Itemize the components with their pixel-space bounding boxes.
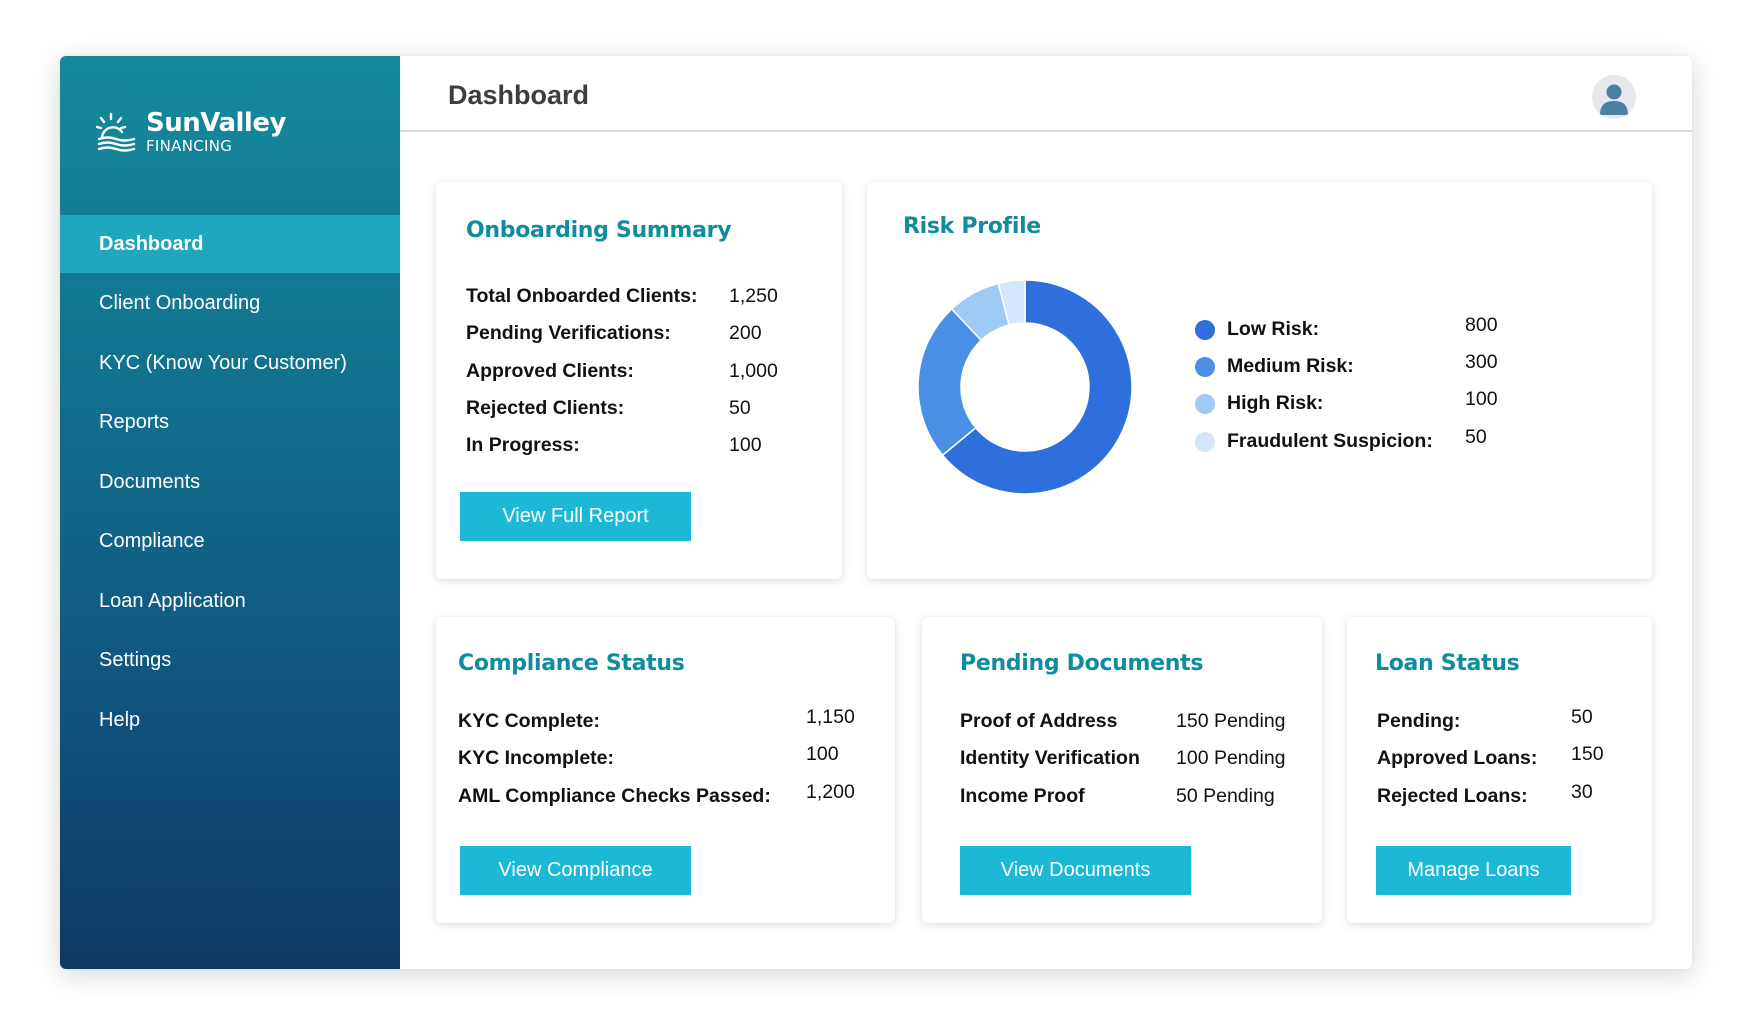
card-title: Risk Profile	[903, 214, 1041, 239]
sun-logo-icon	[96, 112, 136, 152]
loan-status-card: Loan Status Pending: 50 Approved Loans: …	[1347, 617, 1652, 923]
view-compliance-button[interactable]: View Compliance	[460, 846, 691, 895]
stat-label: Total Onboarded Clients:	[466, 285, 698, 307]
stat-row: In Progress:	[466, 434, 580, 457]
stat-value: 30	[1571, 781, 1593, 803]
sidebar-item-documents[interactable]: Documents	[60, 453, 400, 511]
legend-label: Fraudulent Suspicion:	[1227, 430, 1433, 452]
document-label: Identity Verification	[960, 747, 1140, 769]
legend-value: 800	[1465, 314, 1498, 336]
stat-value: 100	[806, 743, 839, 765]
legend-label: High Risk:	[1227, 392, 1324, 414]
manage-loans-button[interactable]: Manage Loans	[1376, 846, 1571, 895]
stat-label: Pending:	[1377, 710, 1461, 732]
sidebar-item-reports[interactable]: Reports	[60, 394, 400, 452]
stat-label: Approved Clients:	[466, 360, 634, 382]
stat-label: Pending Verifications:	[466, 322, 671, 344]
legend-label: Medium Risk:	[1227, 355, 1354, 377]
sidebar-nav: Dashboard Client Onboarding KYC (Know Yo…	[60, 215, 400, 751]
legend-swatch-high-risk	[1195, 394, 1215, 414]
brand-name: SunValley	[146, 108, 286, 138]
stat-value: 200	[729, 322, 762, 344]
stat-label: Approved Loans:	[1377, 747, 1538, 769]
legend-swatch-medium-risk	[1195, 357, 1215, 377]
view-full-report-button[interactable]: View Full Report	[460, 492, 691, 541]
stat-label: Rejected Clients:	[466, 397, 625, 419]
legend-swatch-fraudulent-suspicion	[1195, 432, 1215, 452]
legend-label: Low Risk:	[1227, 318, 1320, 340]
stat-value: 1,200	[806, 781, 855, 803]
avatar[interactable]	[1592, 75, 1636, 119]
top-header: Dashboard	[400, 56, 1692, 132]
stat-label: KYC Incomplete:	[458, 747, 615, 769]
sidebar-item-dashboard[interactable]: Dashboard	[60, 215, 400, 273]
brand-tagline: FINANCING	[146, 137, 233, 155]
view-documents-button[interactable]: View Documents	[960, 846, 1191, 895]
pending-documents-card: Pending Documents Proof of Address 150 P…	[922, 617, 1322, 923]
stat-label: In Progress:	[466, 434, 580, 456]
stat-row: Total Onboarded Clients:	[466, 285, 697, 308]
stat-value: 1,000	[729, 360, 778, 382]
card-title: Compliance Status	[458, 651, 685, 676]
stat-value: 150	[1571, 743, 1604, 765]
stat-label: KYC Complete:	[458, 710, 600, 732]
legend-swatch-low-risk	[1195, 320, 1215, 340]
stat-row: Rejected Clients:	[466, 397, 624, 420]
document-label: Proof of Address	[960, 710, 1118, 732]
stat-value: 50	[1571, 706, 1593, 728]
stat-label: Rejected Loans:	[1377, 785, 1528, 807]
sidebar-item-kyc[interactable]: KYC (Know Your Customer)	[60, 334, 400, 392]
sidebar-item-help[interactable]: Help	[60, 691, 400, 749]
card-title: Onboarding Summary	[466, 218, 732, 243]
stat-label: AML Compliance Checks Passed:	[458, 785, 771, 807]
stat-value: 1,250	[729, 285, 778, 307]
document-label: Income Proof	[960, 785, 1085, 807]
stat-value: 1,150	[806, 706, 855, 728]
compliance-status-card: Compliance Status KYC Complete: 1,150 KY…	[436, 617, 895, 923]
sidebar-item-settings[interactable]: Settings	[60, 632, 400, 690]
stat-row: Approved Clients:	[466, 360, 634, 383]
stat-value: 100	[729, 434, 762, 456]
risk-donut-chart	[917, 279, 1133, 495]
document-status: 50 Pending	[1176, 785, 1275, 807]
stat-row: Pending Verifications:	[466, 322, 671, 345]
legend-value: 300	[1465, 351, 1498, 373]
stat-value: 50	[729, 397, 751, 419]
sidebar-item-compliance[interactable]: Compliance	[60, 513, 400, 571]
page-title: Dashboard	[448, 80, 590, 110]
onboarding-summary-card: Onboarding Summary Total Onboarded Clien…	[436, 182, 842, 579]
sidebar-item-loan-application[interactable]: Loan Application	[60, 572, 400, 630]
document-status: 100 Pending	[1176, 747, 1286, 769]
document-status: 150 Pending	[1176, 710, 1286, 732]
sidebar: SunValley FINANCING Dashboard Client Onb…	[60, 56, 400, 969]
risk-profile-card: Risk Profile Low Risk: 800 Medium Risk: …	[867, 182, 1652, 579]
card-title: Loan Status	[1375, 651, 1520, 676]
brand-logo[interactable]: SunValley FINANCING	[96, 108, 286, 154]
legend-value: 50	[1465, 426, 1487, 448]
legend-value: 100	[1465, 388, 1498, 410]
card-title: Pending Documents	[960, 651, 1204, 676]
app-window: SunValley FINANCING Dashboard Client Onb…	[60, 56, 1692, 969]
sidebar-item-client-onboarding[interactable]: Client Onboarding	[60, 275, 400, 333]
user-icon	[1600, 84, 1628, 115]
